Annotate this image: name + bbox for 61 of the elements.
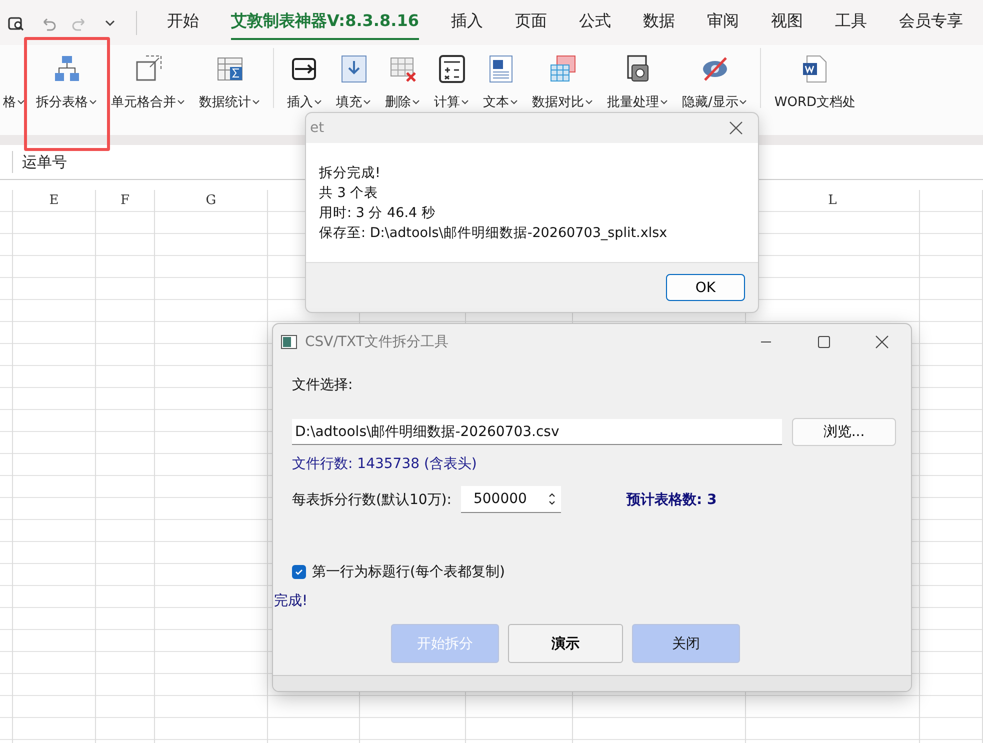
- ribbon-button[interactable]: 删除: [378, 53, 427, 111]
- message-text: 拆分完成!: [319, 164, 382, 183]
- menu-tab[interactable]: 会员专享: [898, 5, 963, 40]
- caret-icon: [510, 98, 518, 106]
- file-label: 文件选择:: [292, 376, 354, 395]
- ribbon-button[interactable]: 插入: [280, 53, 329, 111]
- ribbon-button[interactable]: 计算: [427, 53, 476, 111]
- ok-button[interactable]: OK: [666, 274, 745, 301]
- close-icon[interactable]: [728, 120, 744, 136]
- ribbon-button[interactable]: WORD文档处: [767, 53, 863, 111]
- spin-arrows-icon: [548, 491, 556, 507]
- status-text: 完成!: [273, 592, 309, 610]
- menu-tab[interactable]: 页面: [514, 5, 547, 40]
- row-count-text: 文件行数: 1435738 (含表头): [292, 455, 478, 473]
- close-icon[interactable]: [875, 335, 889, 349]
- caret-icon: [363, 98, 371, 106]
- message-text: 共 3 个表: [319, 184, 380, 203]
- caret-icon: [585, 98, 593, 106]
- menu-tab[interactable]: 数据: [642, 5, 675, 40]
- menu-tab[interactable]: 艾敦制表神器V:8.3.8.16: [231, 5, 419, 40]
- caret-icon: [461, 98, 469, 106]
- menu-tab[interactable]: 视图: [770, 5, 803, 40]
- checkbox[interactable]: [292, 565, 306, 579]
- ribbon-button[interactable]: 格: [0, 53, 29, 111]
- ribbon-button[interactable]: 隐藏/显示: [675, 53, 754, 111]
- ribbon-button[interactable]: 批量处理: [600, 53, 675, 111]
- window-title: CSV/TXT文件拆分工具: [305, 333, 448, 351]
- action-button[interactable]: 关闭: [632, 624, 740, 663]
- action-button[interactable]: 演示: [508, 624, 623, 663]
- caret-icon: [177, 98, 185, 106]
- dialog-title: et: [310, 120, 324, 136]
- caret-icon: [314, 98, 322, 106]
- caret-icon: [412, 98, 420, 106]
- menu-tab[interactable]: 工具: [834, 5, 867, 40]
- browse-button[interactable]: 浏览...: [792, 418, 896, 446]
- menu-tab[interactable]: 公式: [578, 5, 611, 40]
- caret-icon: [660, 98, 668, 106]
- checkbox-label: 第一行为标题行(每个表都复制): [312, 563, 505, 581]
- ribbon-button[interactable]: 文本: [476, 53, 525, 111]
- menu-tab[interactable]: 插入: [450, 5, 483, 40]
- menu-tab[interactable]: 开始: [167, 5, 199, 40]
- menu-tab[interactable]: 审阅: [706, 5, 739, 40]
- ribbon-button[interactable]: 填充: [329, 53, 378, 111]
- formula-field[interactable]: 运单号: [22, 152, 67, 172]
- spin-field[interactable]: 500000: [461, 486, 562, 513]
- caret-icon: [89, 98, 97, 106]
- estimate-text: 预计表格数: 3: [626, 490, 717, 508]
- split-rows-label: 每表拆分行数(默认10万):: [292, 490, 452, 508]
- app-icon: [281, 335, 297, 349]
- caret-icon: [252, 98, 260, 106]
- file-path-field[interactable]: D:\adtools\邮件明细数据-20260703.csv: [292, 419, 782, 445]
- caret-icon: [17, 98, 25, 106]
- message-text: 保存至: D:\adtools\邮件明细数据-20260703_split.xlsx: [319, 224, 668, 243]
- message-text: 用时: 3 分 46.4 秒: [319, 204, 436, 223]
- ribbon-button[interactable]: 数据对比: [525, 53, 600, 111]
- check-icon: [294, 567, 304, 577]
- ribbon-button[interactable]: 单元格合并: [104, 53, 192, 111]
- ribbon-button[interactable]: 拆分表格: [29, 53, 104, 111]
- maximize-icon[interactable]: [817, 335, 831, 349]
- ribbon-button[interactable]: 数据统计: [192, 53, 267, 111]
- caret-icon: [739, 98, 748, 106]
